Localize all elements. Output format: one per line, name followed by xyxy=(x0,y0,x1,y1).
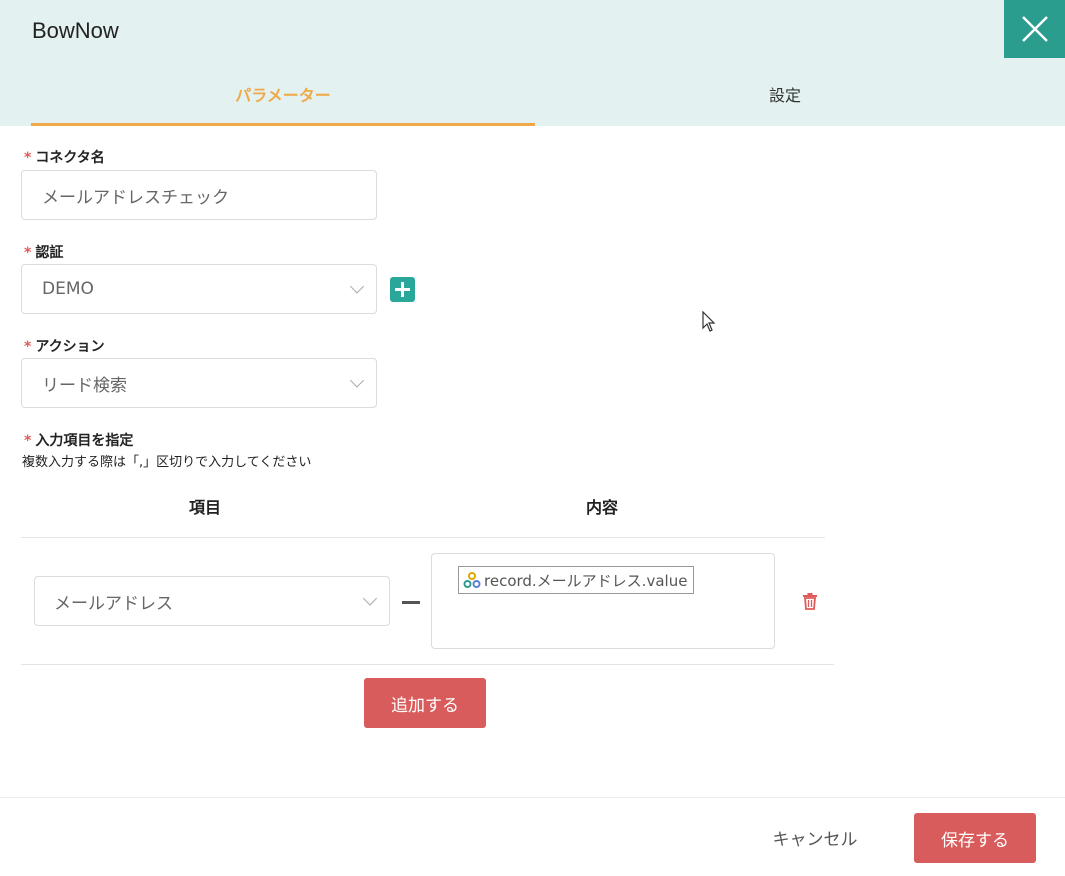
chevron-down-icon xyxy=(349,373,365,388)
modal-header: BowNow パラメーター 設定 xyxy=(0,0,1065,126)
close-button[interactable] xyxy=(1004,0,1065,58)
tab-settings[interactable]: 設定 xyxy=(535,72,1035,126)
save-button[interactable]: 保存する xyxy=(914,813,1036,863)
mouse-pointer-icon xyxy=(702,311,716,332)
required-mark: * xyxy=(24,339,32,355)
chevron-down-icon xyxy=(349,279,365,294)
required-mark: * xyxy=(24,245,32,261)
cancel-button[interactable]: キャンセル xyxy=(760,813,870,861)
input-item-select[interactable]: メールアドレス xyxy=(34,576,390,626)
required-mark: * xyxy=(24,150,32,166)
chevron-down-icon xyxy=(362,591,378,606)
inputs-hint: 複数入力する際は「,」区切りで入力してください xyxy=(22,455,312,470)
input-content-field[interactable]: record.メールアドレス.value xyxy=(431,553,775,649)
footer-divider xyxy=(0,797,1065,798)
auth-label: * 認証 xyxy=(24,245,64,261)
trash-icon xyxy=(803,593,817,610)
webhook-icon xyxy=(463,572,481,588)
required-mark: * xyxy=(24,433,32,449)
close-icon xyxy=(1021,16,1048,42)
table-divider xyxy=(21,537,825,538)
modal-title: BowNow xyxy=(32,18,119,43)
column-header-content: 内容 xyxy=(586,498,619,517)
table-divider xyxy=(21,664,834,665)
inputs-label: * 入力項目を指定 xyxy=(24,433,134,449)
delete-row-button[interactable] xyxy=(801,592,819,614)
field-token[interactable]: record.メールアドレス.value xyxy=(458,566,695,594)
action-select[interactable]: リード検索 xyxy=(21,358,377,408)
action-label: * アクション xyxy=(24,339,105,355)
tab-parameters[interactable]: パラメーター xyxy=(31,72,535,126)
column-header-item: 項目 xyxy=(189,498,222,517)
add-row-button[interactable]: 追加する xyxy=(364,678,486,728)
plus-icon xyxy=(395,282,410,297)
minus-icon xyxy=(402,601,420,604)
add-auth-button[interactable] xyxy=(390,277,415,302)
connector-name-label: * コネクタ名 xyxy=(24,150,105,166)
auth-select[interactable]: DEMO xyxy=(21,264,377,314)
connector-name-input[interactable]: メールアドレスチェック xyxy=(21,170,377,220)
